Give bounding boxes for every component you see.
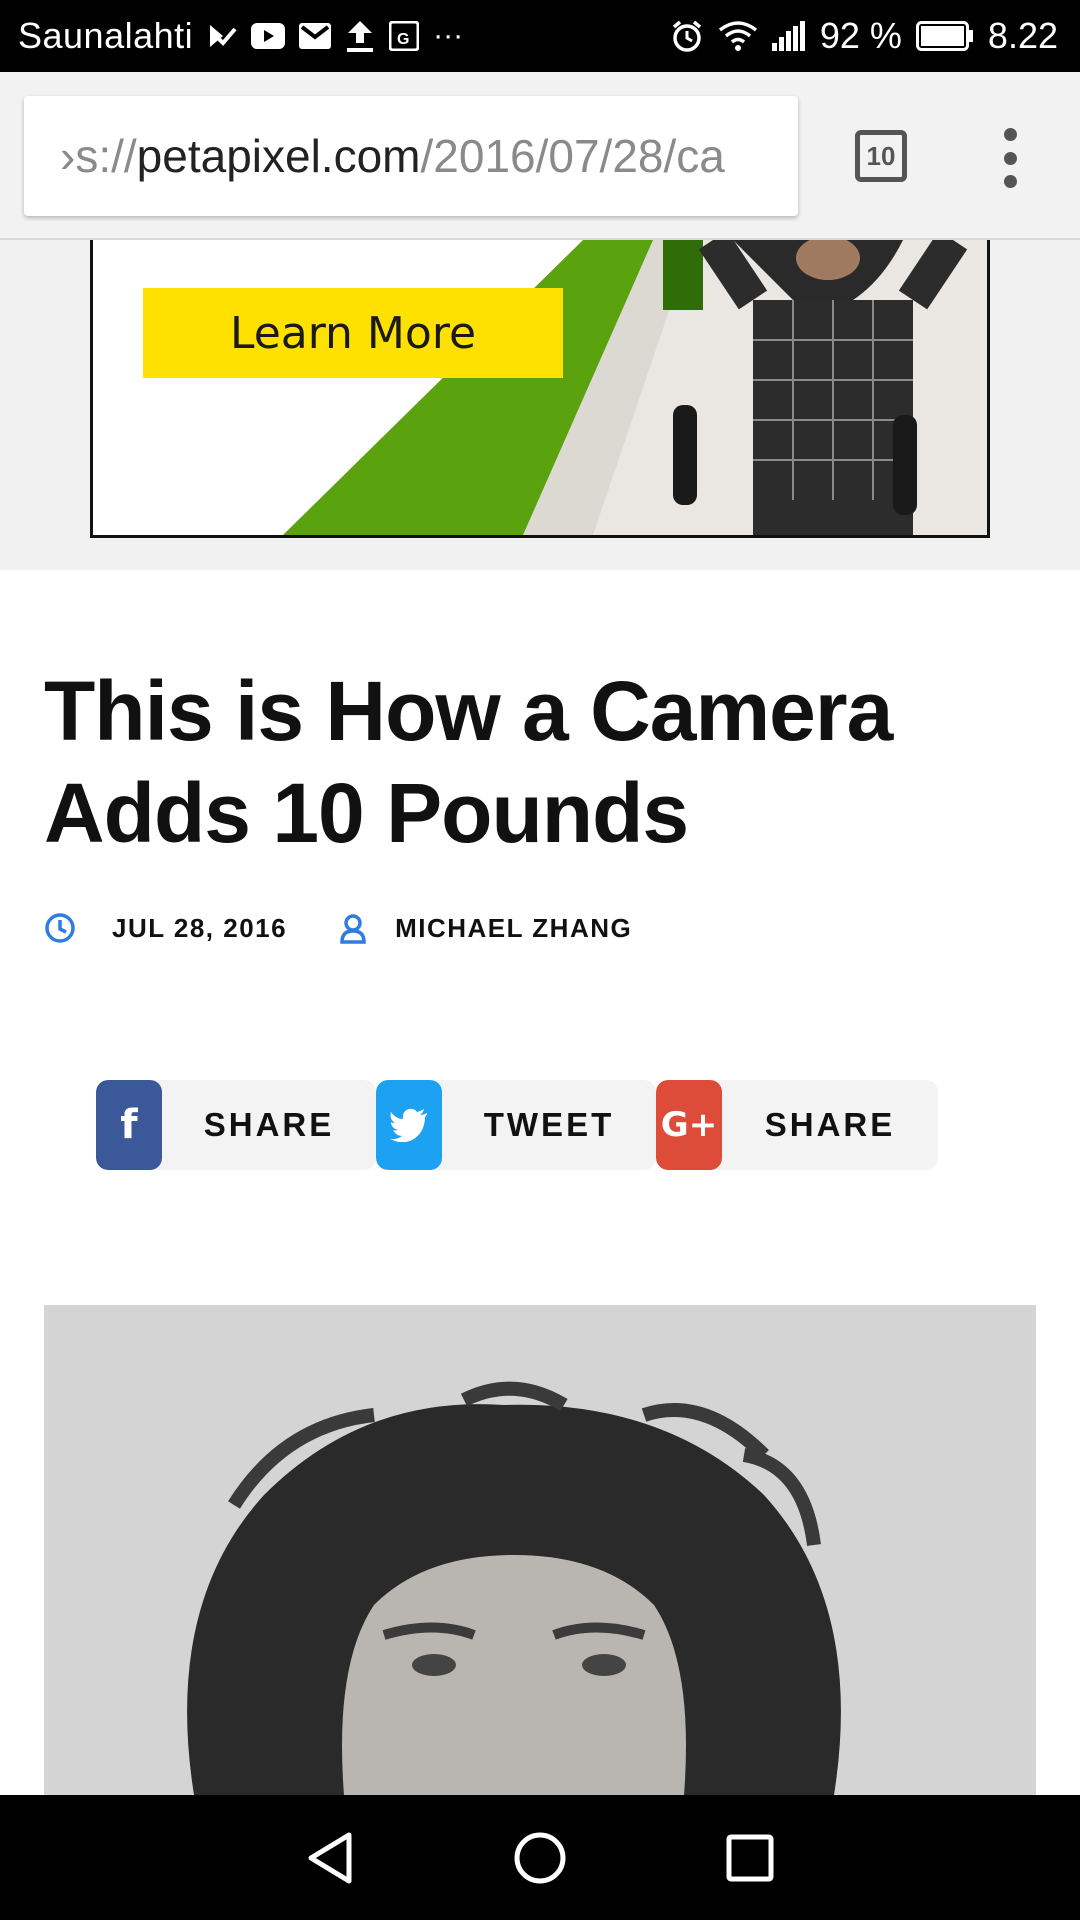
googleplus-share-label: SHARE xyxy=(764,1106,896,1143)
facebook-share-label: SHARE xyxy=(203,1106,335,1143)
googleplus-glyph: G+ xyxy=(660,1105,718,1145)
browser-toolbar: ›s:// petapixel.com /2016/07/28/ca 10 xyxy=(0,72,1080,240)
back-icon xyxy=(308,1832,352,1883)
learn-more-button[interactable]: Learn More xyxy=(143,288,563,378)
carrier-name: Saunalahti xyxy=(18,15,194,56)
menu-dot-icon xyxy=(1003,175,1017,188)
overflow-menu-button[interactable] xyxy=(995,128,1025,188)
home-button[interactable] xyxy=(510,1828,570,1888)
battery-icon xyxy=(915,16,974,56)
upload-icon xyxy=(345,16,375,56)
googleplus-icon: G+ xyxy=(656,1080,722,1170)
clock-icon xyxy=(45,913,75,943)
check-flag-icon xyxy=(207,16,237,56)
twitter-tweet-label: TWEET xyxy=(483,1106,615,1143)
status-bar: Saunalahti G ··· 92 % 8.22 xyxy=(0,0,1080,72)
more-notifications-icon: ··· xyxy=(433,19,464,52)
svg-text:G: G xyxy=(397,31,409,48)
battery-percent: 92 % xyxy=(819,15,902,56)
url-path: /2016/07/28/ca xyxy=(420,130,725,182)
user-icon xyxy=(340,914,366,944)
twitter-icon xyxy=(376,1080,442,1170)
article-author[interactable]: MICHAEL ZHANG xyxy=(395,913,632,944)
android-nav-bar xyxy=(0,1795,1080,1920)
googleplus-share-button[interactable]: G+ SHARE xyxy=(656,1080,938,1170)
youtube-icon xyxy=(251,16,286,56)
share-buttons: f SHARE TWEET G+ SHARE xyxy=(96,1080,938,1170)
alarm-icon xyxy=(670,16,704,56)
article-title: This is How a Camera Adds 10 Pounds xyxy=(44,664,893,860)
url-domain: petapixel.com xyxy=(136,130,421,182)
ad-banner[interactable]: Learn More xyxy=(90,240,990,538)
status-right: 92 % 8.22 xyxy=(670,15,1058,57)
ad-area: Learn More xyxy=(0,240,1080,570)
twitter-tweet-button[interactable]: TWEET xyxy=(376,1080,656,1170)
facebook-icon: f xyxy=(96,1080,162,1170)
home-icon xyxy=(514,1832,566,1883)
tab-switcher-button[interactable]: 10 xyxy=(855,130,907,182)
article-date: JUL 28, 2016 xyxy=(112,912,288,943)
status-left: Saunalahti G ··· xyxy=(18,15,463,57)
menu-dot-icon xyxy=(1003,128,1017,141)
clock: 8.22 xyxy=(987,15,1058,56)
ad-image xyxy=(93,240,987,535)
article-meta: JUL 28, 2016 MICHAEL ZHANG xyxy=(44,908,632,948)
recents-button[interactable] xyxy=(720,1828,780,1888)
article-hero-image xyxy=(44,1305,1036,1795)
hero-photo xyxy=(44,1305,1036,1795)
url-bar[interactable]: ›s:// petapixel.com /2016/07/28/ca xyxy=(24,96,798,216)
menu-dot-icon xyxy=(1003,151,1017,165)
gmail-icon xyxy=(299,16,332,56)
back-button[interactable] xyxy=(300,1828,360,1888)
url-scheme: ›s:// xyxy=(60,130,137,182)
recents-icon xyxy=(726,1834,774,1881)
signal-icon xyxy=(771,16,806,56)
facebook-share-button[interactable]: f SHARE xyxy=(96,1080,376,1170)
wifi-icon xyxy=(718,16,758,56)
maps-icon: G xyxy=(389,16,420,56)
facebook-glyph: f xyxy=(120,1102,138,1148)
